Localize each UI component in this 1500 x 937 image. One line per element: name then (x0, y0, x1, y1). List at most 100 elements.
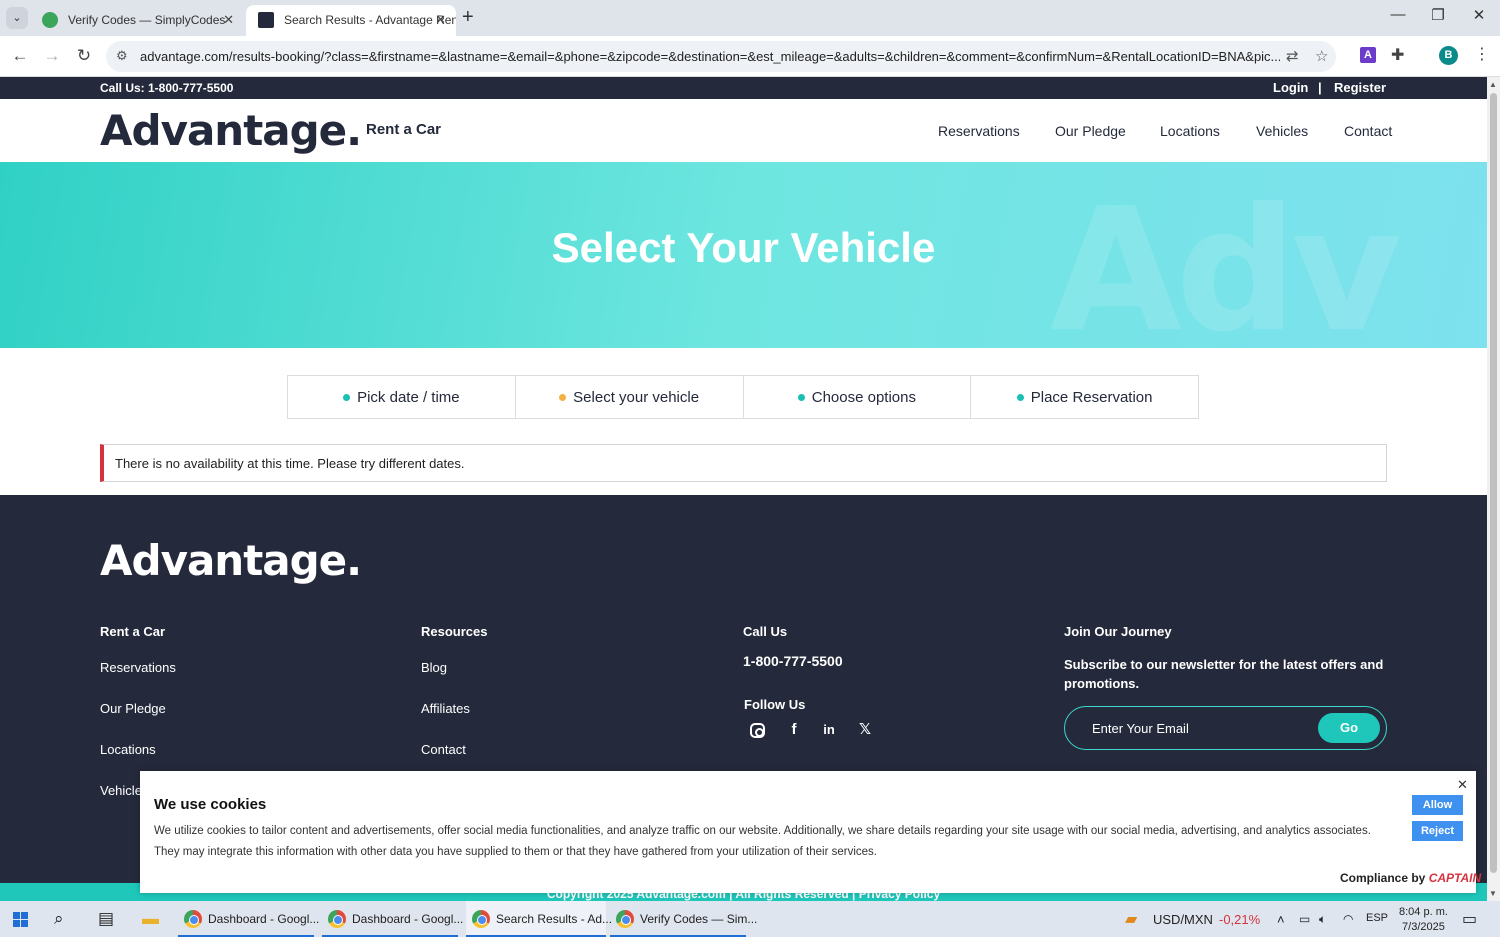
notifications-icon[interactable]: ▭ (1462, 909, 1477, 929)
browser-tab-strip: ⌄ Verify Codes — SimplyCodes ✕ Search Re… (0, 0, 1500, 36)
footer-link-reservations[interactable]: Reservations (100, 660, 176, 675)
instagram-icon[interactable] (750, 723, 765, 738)
clock-date: 7/3/2025 (1402, 921, 1445, 933)
cookie-allow-button[interactable]: Allow (1412, 795, 1463, 815)
nav-reservations[interactable]: Reservations (938, 123, 1020, 139)
minimize-window-icon[interactable]: — (1378, 6, 1418, 23)
step-label: Select your vehicle (573, 388, 700, 406)
windows-taskbar: ⌕ ▤ ▬ Dashboard - Googl... Dashboard - G… (0, 901, 1500, 937)
volume-icon[interactable]: 🔈︎ (1319, 912, 1326, 927)
page-title: Select Your Vehicle (551, 224, 936, 271)
taskbar-app-label: Dashboard - Googl... (352, 912, 464, 926)
chrome-icon (328, 910, 346, 928)
clock-time: 8:04 p. m. (1399, 906, 1448, 918)
step-label: Pick date / time (357, 388, 460, 406)
windows-start-icon[interactable] (13, 912, 28, 927)
translate-icon[interactable]: ⇄ (1286, 47, 1299, 65)
advantage-logo[interactable]: Advantage. (100, 106, 362, 155)
page-scrollbar[interactable]: ▲ ▼ (1487, 77, 1500, 901)
bookmark-star-icon[interactable]: ☆ (1315, 47, 1328, 65)
hero-banner: Adv Select Your Vehicle (0, 162, 1487, 348)
no-availability-alert: There is no availability at this time. P… (100, 444, 1387, 482)
close-tab-icon[interactable]: ✕ (435, 12, 446, 28)
tab-search-dropdown[interactable]: ⌄ (6, 7, 28, 29)
footer-link-locations[interactable]: Locations (100, 742, 156, 757)
taskbar-app-search-results[interactable]: Search Results - Ad... (466, 901, 612, 937)
wifi-icon[interactable]: ◠ (1343, 912, 1353, 926)
nav-vehicles[interactable]: Vehicles (1256, 123, 1308, 139)
tab-title: Search Results - Advantage Rent (284, 13, 456, 27)
stock-ticker-icon[interactable]: ▰ (1125, 909, 1137, 929)
footer-link-blog[interactable]: Blog (421, 660, 447, 675)
profile-avatar[interactable]: B (1439, 46, 1458, 65)
taskbar-app-dashboard-1[interactable]: Dashboard - Googl... (178, 901, 319, 937)
footer-phone-number[interactable]: 1-800-777-5500 (743, 653, 843, 669)
chrome-icon (184, 910, 202, 928)
newsletter-go-button[interactable]: Go (1318, 713, 1380, 743)
x-twitter-icon[interactable]: 𝕏 (856, 721, 874, 739)
step-select-vehicle[interactable]: Select your vehicle (514, 375, 744, 419)
cookie-close-icon[interactable]: ✕ (1457, 777, 1468, 793)
nav-our-pledge[interactable]: Our Pledge (1055, 123, 1126, 139)
chrome-icon (616, 910, 634, 928)
extension-a-icon[interactable]: A (1360, 47, 1376, 63)
new-tab-button[interactable]: + (462, 6, 474, 29)
linkedin-icon[interactable]: in (820, 721, 838, 739)
nav-contact[interactable]: Contact (1344, 123, 1392, 139)
facebook-icon[interactable]: f (785, 721, 803, 739)
site-info-icon[interactable]: ⚙ (116, 48, 128, 64)
tray-chevron-up-icon[interactable]: ˄ (1277, 912, 1285, 927)
call-us-text: Call Us: 1-800-777-5500 (100, 81, 234, 95)
taskbar-app-dashboard-2[interactable]: Dashboard - Googl... (322, 901, 463, 937)
register-link[interactable]: Register (1334, 80, 1386, 95)
extensions-puzzle-icon[interactable]: ✚ (1391, 45, 1404, 65)
file-explorer-icon[interactable]: ▬ (142, 909, 159, 929)
close-window-icon[interactable]: ✕ (1459, 6, 1499, 24)
scroll-up-arrow-icon[interactable]: ▲ (1489, 80, 1497, 89)
step-place-reservation[interactable]: Place Reservation (970, 375, 1199, 419)
step-label: Place Reservation (1030, 388, 1153, 406)
footer-link-affiliates[interactable]: Affiliates (421, 701, 470, 716)
url-text[interactable]: advantage.com/results-booking/?class=&fi… (140, 49, 1280, 64)
cookie-reject-button[interactable]: Reject (1412, 821, 1463, 841)
step-pick-date-time[interactable]: Pick date / time (287, 375, 516, 419)
top-utility-bar: Call Us: 1-800-777-5500 Login | Register (0, 77, 1487, 99)
tab-title: Verify Codes — SimplyCodes (68, 13, 226, 27)
ticker-symbol[interactable]: USD/MXN (1153, 912, 1213, 927)
step-choose-options[interactable]: Choose options (742, 375, 972, 419)
taskbar-app-verify-codes[interactable]: Verify Codes — Sim... (610, 901, 757, 937)
newsletter-email-input[interactable]: Enter Your Email (1092, 721, 1189, 736)
login-register-separator: | (1318, 80, 1322, 95)
nav-locations[interactable]: Locations (1160, 123, 1220, 139)
forward-arrow-icon[interactable]: → (41, 46, 63, 66)
language-indicator[interactable]: ESP (1366, 912, 1388, 924)
newsletter-subtitle: Subscribe to our newsletter for the late… (1064, 657, 1384, 691)
footer-link-our-pledge[interactable]: Our Pledge (100, 701, 166, 716)
close-tab-icon[interactable]: ✕ (223, 12, 234, 28)
address-bar[interactable]: ⚙ advantage.com/results-booking/?class=&… (106, 41, 1336, 72)
browser-tab-advantage[interactable]: Search Results - Advantage Rent ✕ (246, 5, 456, 36)
cookie-title: We use cookies (154, 796, 267, 813)
browser-tab-simplycodes[interactable]: Verify Codes — SimplyCodes ✕ (30, 5, 244, 36)
browser-menu-icon[interactable]: ⋮ (1474, 44, 1490, 64)
scrollbar-thumb[interactable] (1490, 93, 1497, 873)
footer-heading-resources: Resources (421, 624, 488, 639)
browser-toolbar: ← → ↻ ⚙ advantage.com/results-booking/?c… (0, 36, 1500, 77)
chrome-icon (472, 910, 490, 928)
search-icon[interactable]: ⌕ (54, 909, 64, 929)
taskbar-clock[interactable]: 8:04 p. m. 7/3/2025 (1399, 905, 1448, 935)
ticker-change[interactable]: -0,21% (1219, 912, 1260, 927)
task-view-icon[interactable]: ▤ (98, 909, 114, 929)
footer-logo[interactable]: Advantage. (100, 536, 362, 585)
footer-follow-us: Follow Us (744, 697, 806, 712)
rent-a-car-link[interactable]: Rent a Car (366, 121, 441, 138)
login-link[interactable]: Login (1273, 80, 1308, 95)
scroll-down-arrow-icon[interactable]: ▼ (1489, 889, 1497, 898)
footer-heading-join: Join Our Journey (1064, 624, 1172, 639)
restore-window-icon[interactable]: ❐ (1418, 6, 1458, 24)
compliance-credit[interactable]: Compliance by CAPTAIN (1340, 871, 1481, 885)
reload-icon[interactable]: ↻ (73, 46, 95, 66)
meet-now-icon[interactable]: ▭ (1299, 912, 1310, 926)
footer-link-contact[interactable]: Contact (421, 742, 466, 757)
back-arrow-icon[interactable]: ← (9, 46, 31, 66)
